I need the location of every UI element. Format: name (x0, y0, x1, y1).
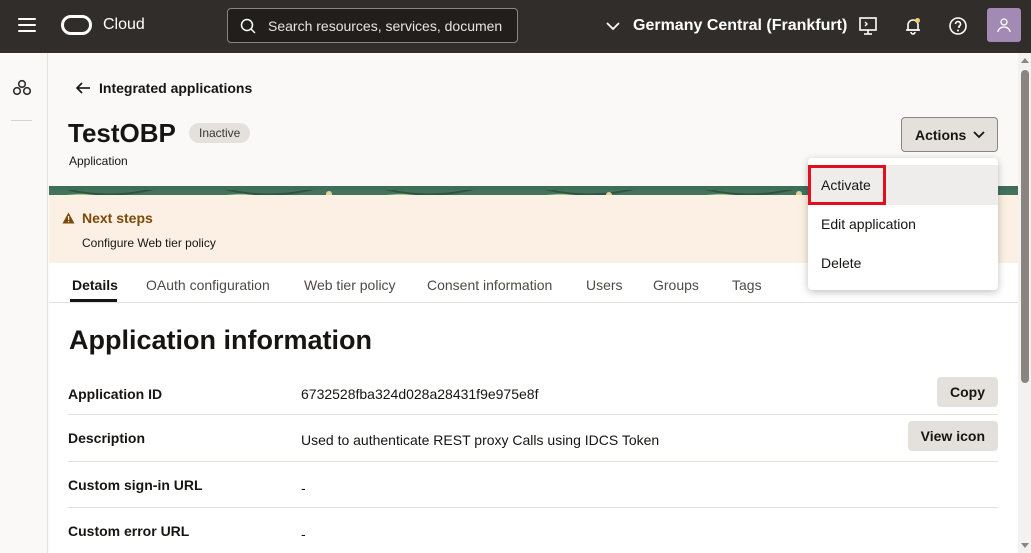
chevron-down-icon (606, 22, 620, 31)
tab-web-tier-policy[interactable]: Web tier policy (304, 277, 396, 293)
back-link[interactable]: Integrated applications (76, 80, 252, 96)
tab-details[interactable]: Details (72, 277, 118, 293)
help-icon[interactable] (947, 15, 969, 37)
left-rail (0, 53, 48, 553)
tab-users[interactable]: Users (586, 277, 623, 293)
hamburger-icon[interactable] (18, 18, 36, 34)
bell-icon[interactable] (902, 15, 924, 37)
rail-divider (11, 120, 32, 121)
tab-groups[interactable]: Groups (653, 277, 699, 293)
user-icon (997, 18, 1011, 33)
page-subtitle: Application (69, 154, 128, 168)
region-selector[interactable]: Germany Central (Frankfurt) (605, 14, 847, 38)
search-box[interactable] (227, 8, 518, 43)
active-tab-underline (70, 299, 117, 302)
actions-label: Actions (915, 126, 967, 143)
menu-item-edit-application[interactable]: Edit application (808, 204, 998, 244)
resources-icon[interactable] (12, 79, 32, 97)
scrollbar[interactable] (1018, 53, 1031, 553)
next-steps-title: Next steps (82, 210, 153, 226)
brand-label[interactable]: Cloud (103, 16, 145, 34)
row-label: Description (68, 430, 146, 446)
top-navigation-bar: Cloud Germany Central (Frankfurt) (0, 0, 1031, 53)
warning-icon (62, 212, 75, 224)
details-panel: Application information Application ID 6… (49, 303, 1018, 553)
row-label: Application ID (68, 386, 163, 402)
actions-menu: Activate Edit application Delete (808, 158, 998, 290)
row-label: Custom error URL (68, 523, 190, 539)
table-row: Description Used to authenticate REST pr… (68, 415, 998, 462)
row-value: Used to authenticate REST proxy Calls us… (301, 432, 660, 448)
menu-item-delete[interactable]: Delete (808, 243, 998, 283)
table-row: Custom sign-in URL - (68, 462, 998, 508)
highlight-outline (808, 165, 886, 205)
copy-button[interactable]: Copy (937, 377, 998, 407)
chevron-down-icon (973, 131, 985, 139)
table-row: Application ID 6732528fba324d028a28431f9… (68, 373, 998, 415)
next-steps-link[interactable]: Configure Web tier policy (82, 236, 216, 250)
cloud-shell-icon[interactable] (857, 15, 879, 37)
avatar[interactable] (987, 8, 1021, 42)
row-value: - (301, 526, 306, 542)
page-title: TestOBP (68, 118, 176, 148)
scroll-up-arrow[interactable] (1021, 58, 1029, 63)
oracle-logo-icon[interactable] (61, 15, 92, 35)
tab-consent-information[interactable]: Consent information (427, 277, 552, 293)
table-row: Custom error URL - (68, 508, 998, 553)
tab-oauth-configuration[interactable]: OAuth configuration (146, 277, 270, 293)
row-label: Custom sign-in URL (68, 477, 203, 493)
actions-button[interactable]: Actions (901, 117, 998, 152)
row-value: - (301, 480, 306, 496)
search-input[interactable] (268, 9, 513, 42)
arrow-left-icon (76, 82, 90, 94)
back-link-label: Integrated applications (99, 80, 253, 96)
scroll-down-arrow[interactable] (1021, 543, 1029, 548)
scroll-thumb[interactable] (1021, 70, 1029, 383)
view-icon-button[interactable]: View icon (907, 421, 998, 451)
section-title: Application information (69, 325, 372, 355)
row-value: 6732528fba324d028a28431f9e975e8f (301, 386, 539, 402)
search-icon (240, 18, 256, 34)
tab-tags[interactable]: Tags (732, 277, 762, 293)
status-badge: Inactive (189, 123, 251, 143)
region-label: Germany Central (Frankfurt) (633, 17, 848, 34)
